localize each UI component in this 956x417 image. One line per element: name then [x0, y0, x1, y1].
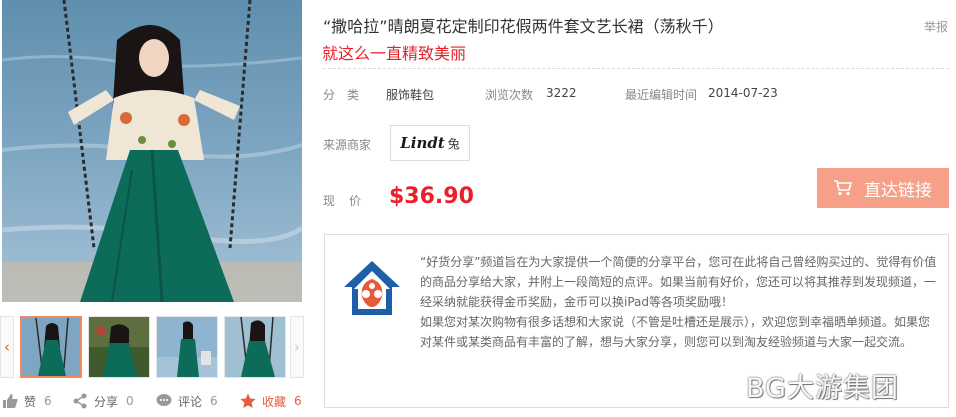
merchant-bunny-icon: 兔 [447, 136, 460, 151]
like-count: 6 [44, 394, 52, 408]
merchant-logo[interactable]: Lindt 兔 [390, 125, 470, 161]
favorite-count: 6 [294, 394, 302, 408]
thumbnail-1[interactable] [20, 316, 82, 378]
comment-button[interactable]: 评论 6 [156, 390, 218, 412]
comment-label: 评论 [178, 394, 203, 409]
product-title: “撒哈拉”晴朗夏花定制印花假两件套文艺长裙（荡秋千） [323, 17, 724, 36]
thumbnail-2[interactable] [88, 316, 150, 378]
thumbnail-strip: ‹ › [0, 316, 304, 378]
like-label: 赞 [24, 394, 37, 409]
chevron-right-icon: › [294, 338, 300, 356]
thumbnail-next-button[interactable]: › [290, 316, 304, 378]
star-icon [240, 393, 256, 408]
comment-count: 6 [210, 394, 218, 408]
share-info-text: “好货分享”频道旨在为大家提供一个简便的分享平台，您可在此将自己曾经购买过的、觉… [420, 252, 940, 352]
views-value: 3222 [546, 86, 577, 100]
favorite-button[interactable]: 收藏 6 [240, 390, 302, 412]
product-slogan: 就这么一直精致美丽 [322, 44, 467, 63]
thumbs-up-icon [3, 394, 18, 408]
share-channel-logo-icon [344, 261, 400, 315]
thumbnail-4[interactable] [224, 316, 286, 378]
chevron-left-icon: ‹ [4, 338, 10, 356]
edited-label: 最近编辑时间 [625, 88, 698, 102]
direct-link-label: 直达链接 [864, 180, 932, 201]
share-info-paragraph-1: “好货分享”频道旨在为大家提供一个简便的分享平台，您可在此将自己曾经购买过的、觉… [420, 255, 937, 309]
like-button[interactable]: 赞 6 [2, 390, 52, 412]
category-label: 分 类 [323, 88, 360, 102]
views-label: 浏览次数 [485, 88, 534, 102]
price-value: $36.90 [389, 184, 474, 209]
category-value[interactable]: 服饰鞋包 [386, 86, 434, 103]
thumbnail-3[interactable] [156, 316, 218, 378]
share-info-paragraph-2: 如果您对某次购物有很多话想和大家说（不管是吐槽还是展示），欢迎您到幸福晒单频道。… [420, 315, 931, 349]
share-label: 分享 [94, 394, 119, 409]
header-divider [323, 68, 949, 69]
social-actions: 赞 6 分享 0 评论 6 收藏 6 [0, 390, 310, 414]
report-link[interactable]: 举报 [924, 18, 948, 35]
direct-link-button[interactable]: 直达链接 [817, 168, 949, 208]
share-button[interactable]: 分享 0 [72, 390, 134, 412]
comment-icon [156, 394, 172, 406]
share-icon [73, 393, 87, 409]
edited-value: 2014-07-23 [708, 86, 778, 100]
thumbnail-prev-button[interactable]: ‹ [0, 316, 14, 378]
cart-icon [834, 180, 852, 196]
main-product-photo[interactable] [2, 0, 302, 302]
source-label: 来源商家 [323, 138, 372, 152]
favorite-label: 收藏 [262, 394, 287, 409]
share-count: 0 [126, 394, 134, 408]
price-label: 现 价 [323, 194, 363, 208]
watermark-text: BG大游集团 [746, 373, 899, 404]
merchant-brand-text: Lindt [400, 134, 445, 152]
